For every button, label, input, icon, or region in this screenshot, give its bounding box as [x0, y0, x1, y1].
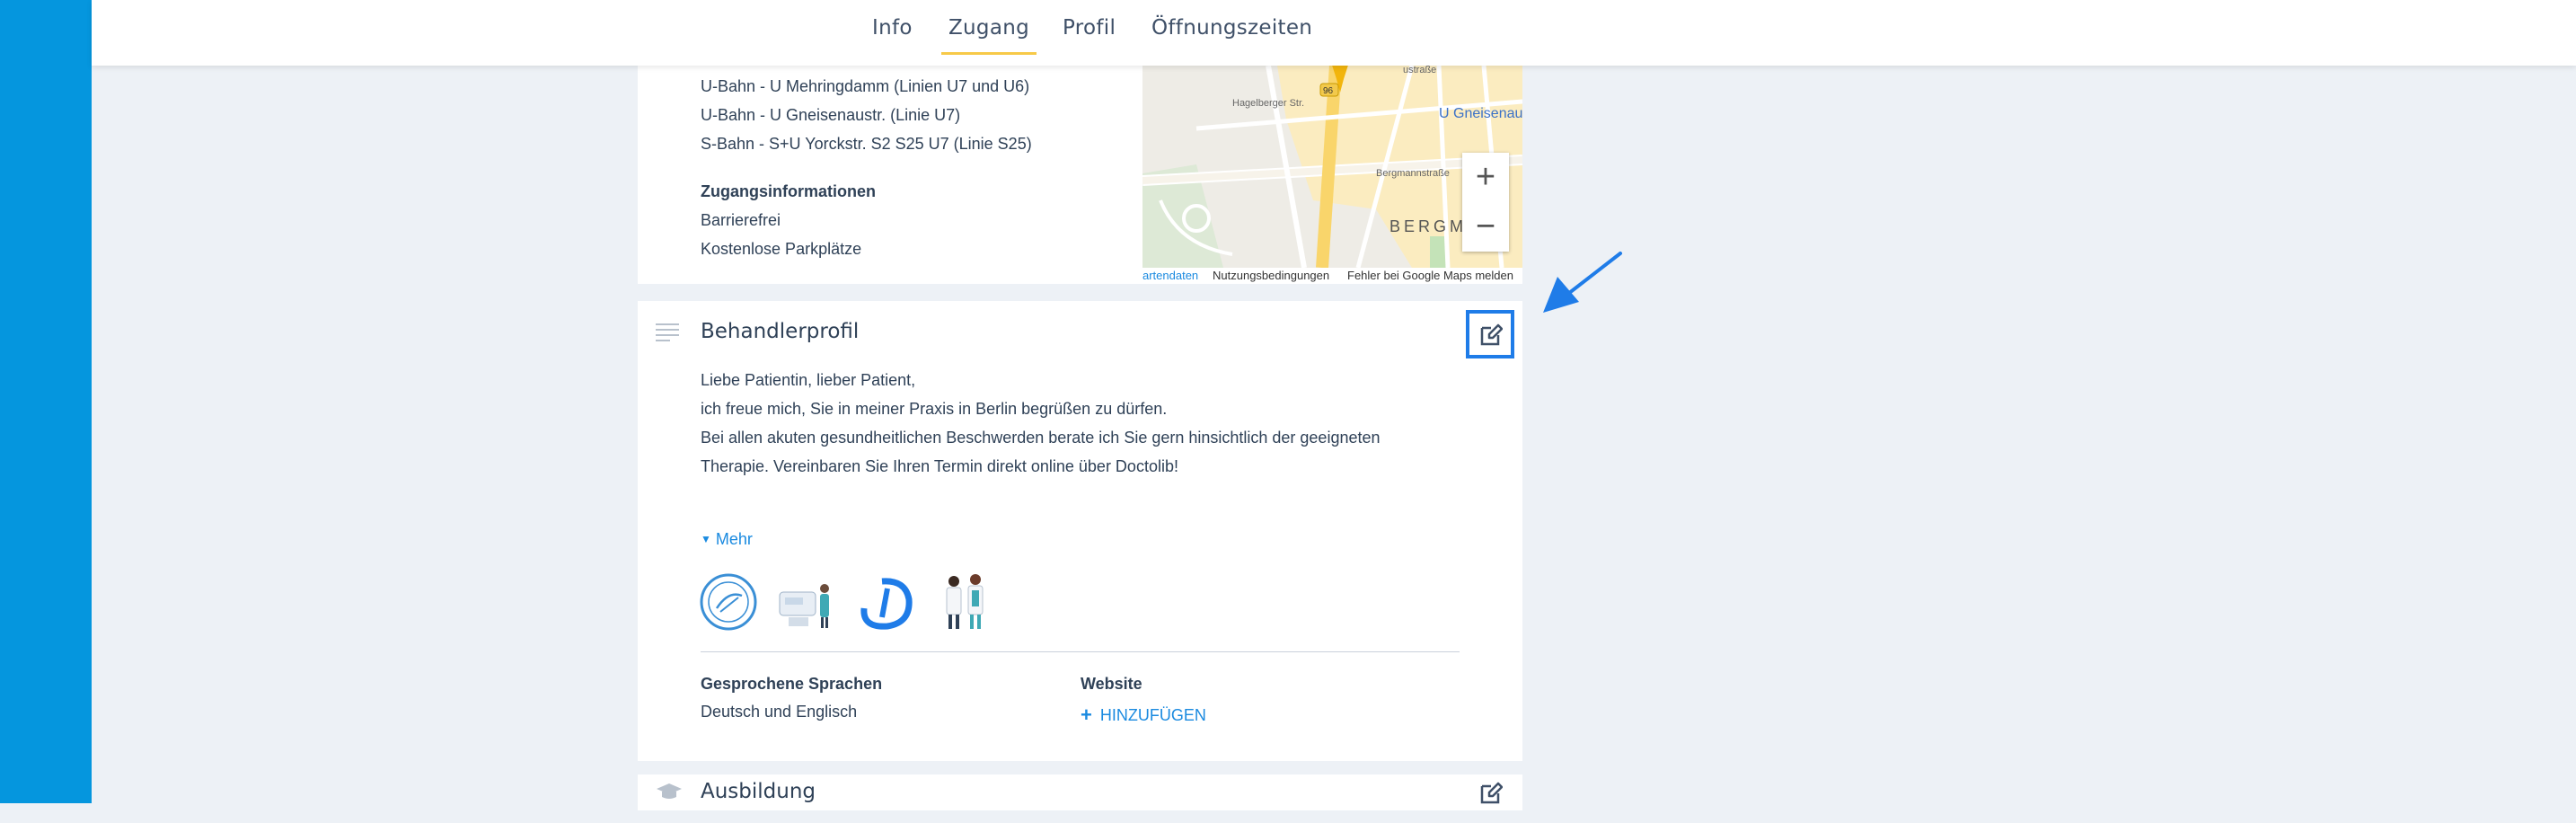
map-street-label: Hagelberger Str.: [1232, 98, 1304, 109]
map-street-label: ustraße: [1403, 66, 1436, 75]
transit-line: U-Bahn - U Gneisenaustr. (Linie U7): [701, 106, 961, 124]
map-street-label: Bergmannstraße: [1376, 168, 1450, 179]
edit-education-button[interactable]: [1466, 774, 1514, 823]
tab-profil[interactable]: Profil: [1063, 16, 1116, 40]
doctors-illustration-icon: [946, 574, 984, 629]
left-sidebar: [0, 0, 92, 803]
graduation-cap-icon: [657, 783, 682, 799]
zoom-in-button[interactable]: +: [1462, 153, 1509, 202]
caret-down-icon: ▼: [701, 533, 711, 545]
map-zoom-controls: + −: [1462, 153, 1509, 252]
map-terms-link[interactable]: Nutzungsbedingungen: [1213, 269, 1329, 282]
add-website-label: HINZUFÜGEN: [1099, 706, 1206, 724]
profile-paragraph: ich freue mich, Sie in meiner Praxis in …: [701, 400, 1168, 418]
edit-profile-button[interactable]: [1466, 310, 1514, 358]
languages-value: Deutsch und Englisch: [701, 703, 858, 721]
access-info-item: Barrierefrei: [701, 211, 781, 229]
divider: [701, 651, 1460, 652]
map-area-label: BERGM: [1389, 217, 1467, 235]
tab-zugang[interactable]: Zugang: [940, 16, 1037, 55]
access-info-title: Zugangsinformationen: [701, 182, 876, 200]
section-title: Behandlerprofil: [701, 320, 860, 343]
doctolib-logo-icon: [860, 578, 913, 630]
edit-icon: [1480, 782, 1503, 804]
languages-label: Gesprochene Sprachen: [701, 675, 883, 693]
medical-device-illustration-icon: [779, 584, 829, 628]
tab-oeffnungszeiten[interactable]: Öffnungszeiten: [1151, 16, 1312, 40]
map-data-link[interactable]: artendaten: [1142, 269, 1198, 282]
map-report-link[interactable]: Fehler bei Google Maps melden: [1347, 269, 1513, 282]
zoom-out-button[interactable]: −: [1462, 202, 1509, 252]
tab-info[interactable]: Info: [872, 16, 913, 40]
plus-icon: +: [1081, 704, 1092, 726]
transit-line: U-Bahn - U Mehringdamm (Linien U7 und U6…: [701, 77, 1030, 95]
transit-line: S-Bahn - S+U Yorckstr. S2 S25 U7 (Linie …: [701, 135, 1032, 153]
map-station-label: U Gneisenau: [1439, 106, 1522, 121]
certification-seal-icon: [700, 573, 757, 631]
website-label: Website: [1081, 675, 1142, 693]
top-navigation: Info Zugang Profil Öffnungszeiten: [92, 0, 2576, 66]
more-toggle[interactable]: ▼ Mehr: [701, 530, 753, 549]
access-info-item: Kostenlose Parkplätze: [701, 240, 862, 258]
edit-icon: [1480, 323, 1503, 346]
map-footer: artendaten Nutzungsbedingungen Fehler be…: [1142, 268, 1522, 284]
road-number: 96: [1323, 86, 1334, 96]
add-website-button[interactable]: + HINZUFÜGEN: [1081, 703, 1206, 726]
profile-paragraph: Bei allen akuten gesundheitlichen Beschw…: [701, 429, 1381, 447]
section-title: Ausbildung: [701, 780, 816, 803]
profile-paragraph: Therapie. Vereinbaren Sie Ihren Termin d…: [701, 457, 1178, 475]
profile-paragraph: Liebe Patientin, lieber Patient,: [701, 371, 916, 389]
pointer-arrow-icon: [1543, 252, 1622, 313]
more-label: Mehr: [715, 530, 753, 548]
text-lines-icon: [656, 323, 679, 341]
